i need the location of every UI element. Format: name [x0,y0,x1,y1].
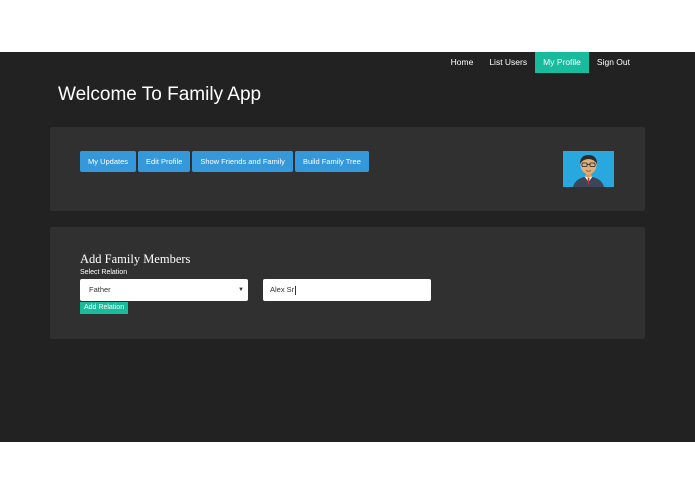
avatar [563,151,614,187]
show-friends-family-button[interactable]: Show Friends and Family [192,151,293,172]
select-relation-label: Select Relation [80,269,128,276]
relation-select-value: Father [89,285,111,294]
profile-button-row: My Updates Edit Profile Show Friends and… [80,151,369,172]
add-family-title: Add Family Members [80,252,191,266]
user-avatar-icon [563,151,614,187]
app-container: Home List Users My Profile Sign Out Welc… [0,52,695,442]
nav-sign-out[interactable]: Sign Out [589,52,638,73]
relative-name-input[interactable]: Alex Sr [263,279,431,301]
add-relation-button[interactable]: Add Relation [80,302,129,314]
profile-panel: My Updates Edit Profile Show Friends and… [50,127,645,211]
top-navbar: Home List Users My Profile Sign Out [443,52,638,73]
nav-my-profile[interactable]: My Profile [535,52,589,73]
dropdown-caret-icon: ▼ [238,287,244,293]
nav-list-users[interactable]: List Users [481,52,535,73]
page-title: Welcome To Family App [58,84,262,105]
relation-select[interactable]: Father ▼ [80,279,248,301]
relative-name-value: Alex Sr [270,285,297,295]
build-family-tree-button[interactable]: Build Family Tree [294,151,369,172]
text-cursor [295,285,297,295]
edit-profile-button[interactable]: Edit Profile [138,151,191,172]
add-family-panel: Add Family Members Select Relation Fathe… [50,227,645,339]
my-updates-button[interactable]: My Updates [80,151,137,172]
nav-home[interactable]: Home [443,52,482,73]
